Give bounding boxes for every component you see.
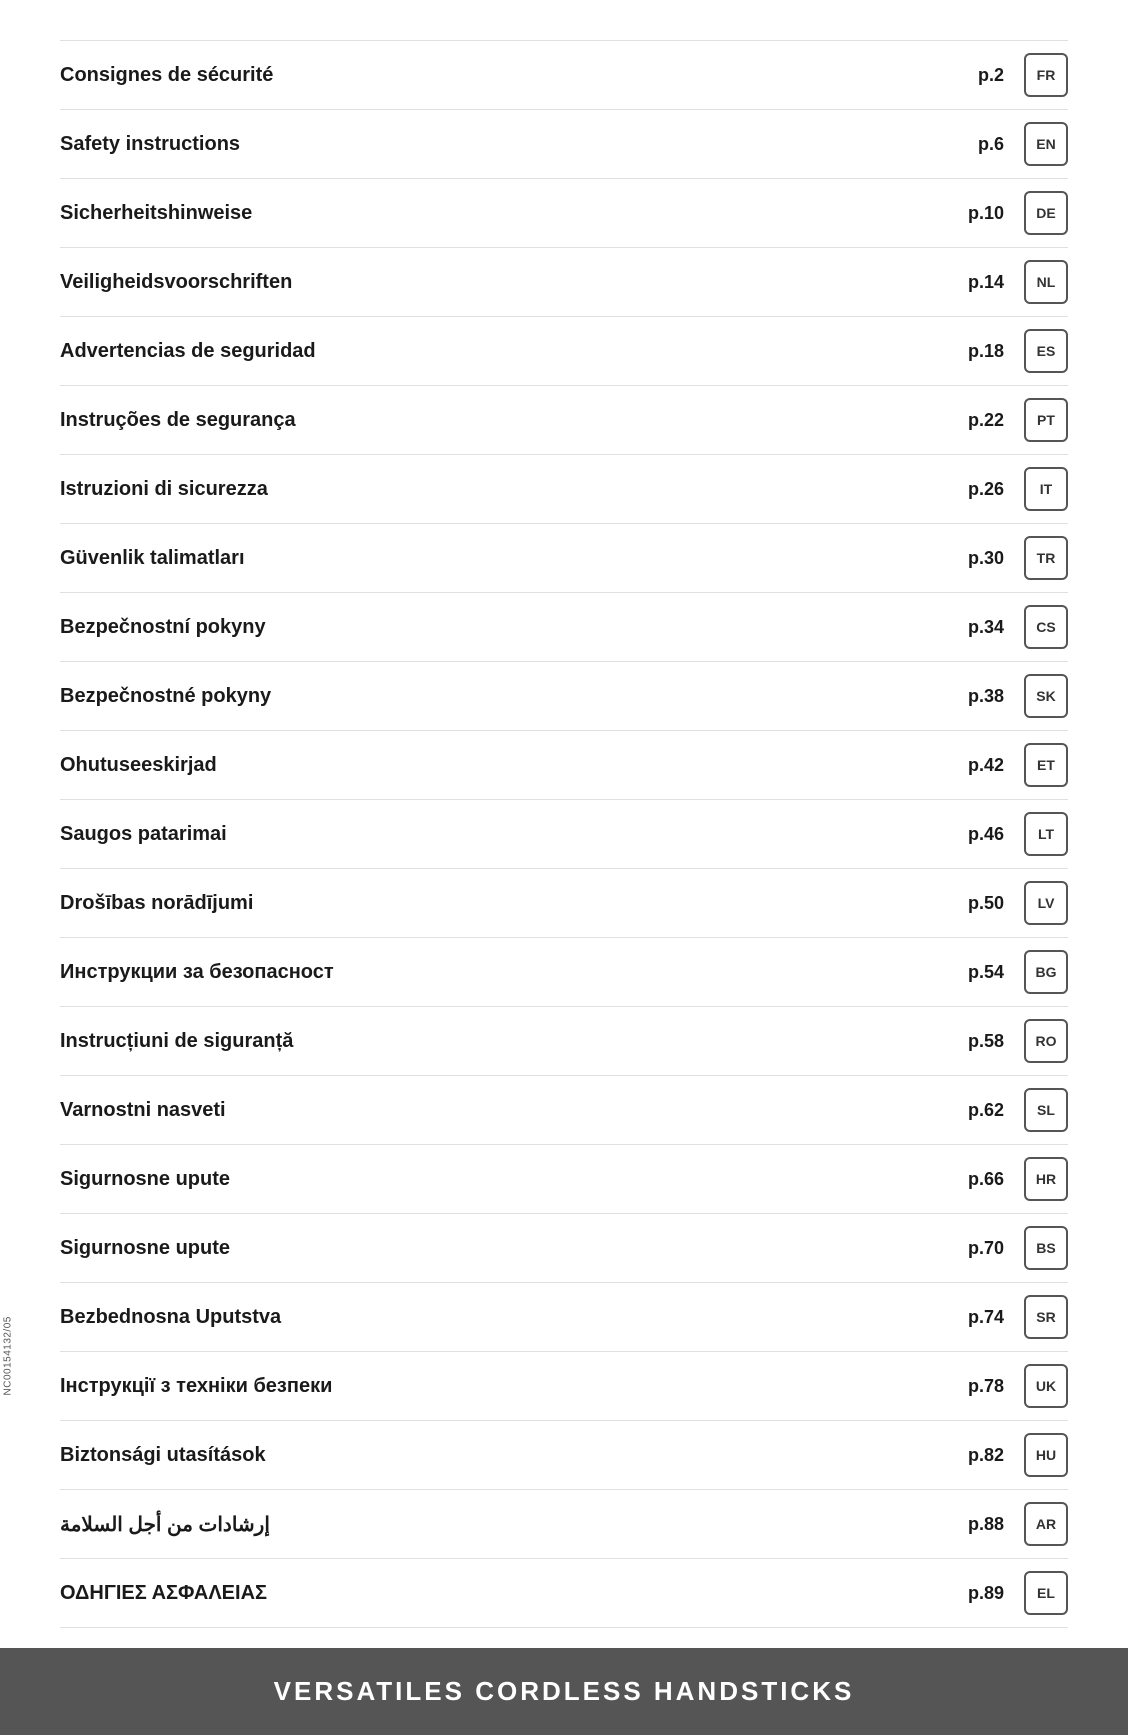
lang-badge[interactable]: RO [1024, 1019, 1068, 1063]
toc-entry-page: p.66 [954, 1169, 1004, 1190]
toc-entry-title: Safety instructions [60, 133, 240, 156]
toc-entry-page: p.74 [954, 1307, 1004, 1328]
toc-entry-page: p.2 [954, 65, 1004, 86]
toc-entry-title: Veiligheidsvoorschriften [60, 271, 292, 294]
lang-badge[interactable]: HU [1024, 1433, 1068, 1477]
toc-entry-title: Istruzioni di sicurezza [60, 478, 268, 501]
lang-badge[interactable]: BS [1024, 1226, 1068, 1270]
toc-entry-page: p.70 [954, 1238, 1004, 1259]
table-row[interactable]: Consignes de sécurité p.2 FR [60, 40, 1068, 110]
lang-badge[interactable]: FR [1024, 53, 1068, 97]
lang-badge[interactable]: SL [1024, 1088, 1068, 1132]
table-row[interactable]: Инструкции за безопасност p.54 BG [60, 938, 1068, 1007]
toc-entry-title: Sigurnosne upute [60, 1237, 230, 1260]
lang-badge[interactable]: EN [1024, 122, 1068, 166]
toc-entry-title: Drošības norādījumi [60, 892, 253, 915]
toc-entry-page: p.46 [954, 824, 1004, 845]
lang-badge[interactable]: LT [1024, 812, 1068, 856]
toc-entry-title: Instrucțiuni de siguranță [60, 1030, 293, 1053]
toc-entry-page: p.38 [954, 686, 1004, 707]
table-row[interactable]: Biztonsági utasítások p.82 HU [60, 1421, 1068, 1490]
toc-entry-title: Ohutuseeskirjad [60, 754, 217, 777]
toc-entry-title: Sigurnosne upute [60, 1168, 230, 1191]
toc-entry-title: Інструкції з техніки безпеки [60, 1375, 332, 1398]
lang-badge[interactable]: SK [1024, 674, 1068, 718]
table-row[interactable]: Instrucțiuni de siguranță p.58 RO [60, 1007, 1068, 1076]
toc-entry-title: Instruções de segurança [60, 409, 296, 432]
lang-badge[interactable]: UK [1024, 1364, 1068, 1408]
lang-badge[interactable]: ES [1024, 329, 1068, 373]
toc-entry-page: p.89 [954, 1583, 1004, 1604]
toc-entry-title: Инструкции за безопасност [60, 961, 334, 984]
table-row[interactable]: Safety instructions p.6 EN [60, 110, 1068, 179]
toc-entry-page: p.50 [954, 893, 1004, 914]
table-row[interactable]: Ohutuseeskirjad p.42 ET [60, 731, 1068, 800]
table-row[interactable]: Instruções de segurança p.22 PT [60, 386, 1068, 455]
toc-entry-title: Advertencias de seguridad [60, 340, 316, 363]
lang-badge[interactable]: SR [1024, 1295, 1068, 1339]
lang-badge[interactable]: EL [1024, 1571, 1068, 1615]
toc-entry-title: Bezbednosna Uputstva [60, 1306, 281, 1329]
table-row[interactable]: ΟΔΗΓΙΕΣ ΑΣΦΑΛΕΙΑΣ p.89 EL [60, 1559, 1068, 1628]
table-of-contents: Consignes de sécurité p.2 FR Safety instruc… [0, 0, 1128, 1648]
lang-badge[interactable]: HR [1024, 1157, 1068, 1201]
toc-entry-page: p.22 [954, 410, 1004, 431]
table-row[interactable]: Güvenlik talimatları p.30 TR [60, 524, 1068, 593]
table-row[interactable]: Sicherheitshinweise p.10 DE [60, 179, 1068, 248]
table-row[interactable]: Drošības norādījumi p.50 LV [60, 869, 1068, 938]
toc-entry-page: p.30 [954, 548, 1004, 569]
lang-badge[interactable]: CS [1024, 605, 1068, 649]
table-row[interactable]: Sigurnosne upute p.66 HR [60, 1145, 1068, 1214]
toc-entry-page: p.10 [954, 203, 1004, 224]
toc-entry-page: p.58 [954, 1031, 1004, 1052]
footer-bar: VERSATILES CORDLESS HANDSTICKS [0, 1648, 1128, 1735]
toc-entry-page: p.14 [954, 272, 1004, 293]
toc-entry-title: إرشادات من أجل السلامة [60, 1512, 270, 1537]
lang-badge[interactable]: PT [1024, 398, 1068, 442]
table-row[interactable]: Bezpečnostné pokyny p.38 SK [60, 662, 1068, 731]
toc-entry-title: Biztonsági utasítások [60, 1444, 266, 1467]
toc-entry-page: p.42 [954, 755, 1004, 776]
toc-entry-title: Bezpečnostné pokyny [60, 685, 271, 708]
table-row[interactable]: Saugos patarimai p.46 LT [60, 800, 1068, 869]
table-row[interactable]: Veiligheidsvoorschriften p.14 NL [60, 248, 1068, 317]
toc-entry-page: p.26 [954, 479, 1004, 500]
lang-badge[interactable]: LV [1024, 881, 1068, 925]
toc-entry-title: Güvenlik talimatları [60, 547, 245, 570]
table-row[interactable]: Bezbednosna Uputstva p.74 SR [60, 1283, 1068, 1352]
table-row[interactable]: إرشادات من أجل السلامة p.88 AR [60, 1490, 1068, 1559]
toc-entry-page: p.82 [954, 1445, 1004, 1466]
toc-entry-page: p.88 [954, 1514, 1004, 1535]
toc-entry-title: Consignes de sécurité [60, 64, 273, 87]
toc-entry-title: Bezpečnostní pokyny [60, 616, 266, 639]
table-row[interactable]: Varnostni nasveti p.62 SL [60, 1076, 1068, 1145]
toc-entry-page: p.78 [954, 1376, 1004, 1397]
lang-badge[interactable]: IT [1024, 467, 1068, 511]
table-row[interactable]: Istruzioni di sicurezza p.26 IT [60, 455, 1068, 524]
table-row[interactable]: Інструкції з техніки безпеки p.78 UK [60, 1352, 1068, 1421]
lang-badge[interactable]: AR [1024, 1502, 1068, 1546]
toc-entry-page: p.18 [954, 341, 1004, 362]
toc-entry-title: Sicherheitshinweise [60, 202, 252, 225]
toc-entry-page: p.34 [954, 617, 1004, 638]
toc-entry-page: p.6 [954, 134, 1004, 155]
lang-badge[interactable]: BG [1024, 950, 1068, 994]
toc-entry-title: Varnostni nasveti [60, 1099, 226, 1122]
table-row[interactable]: Sigurnosne upute p.70 BS [60, 1214, 1068, 1283]
product-code: NC00154132/05 [3, 1316, 14, 1395]
toc-entry-title: Saugos patarimai [60, 823, 227, 846]
toc-entry-page: p.62 [954, 1100, 1004, 1121]
lang-badge[interactable]: TR [1024, 536, 1068, 580]
table-row[interactable]: Advertencias de seguridad p.18 ES [60, 317, 1068, 386]
lang-badge[interactable]: DE [1024, 191, 1068, 235]
toc-entry-title: ΟΔΗΓΙΕΣ ΑΣΦΑΛΕΙΑΣ [60, 1582, 267, 1605]
toc-entry-page: p.54 [954, 962, 1004, 983]
lang-badge[interactable]: ET [1024, 743, 1068, 787]
footer-text: VERSATILES CORDLESS HANDSTICKS [274, 1676, 855, 1706]
lang-badge[interactable]: NL [1024, 260, 1068, 304]
table-row[interactable]: Bezpečnostní pokyny p.34 CS [60, 593, 1068, 662]
